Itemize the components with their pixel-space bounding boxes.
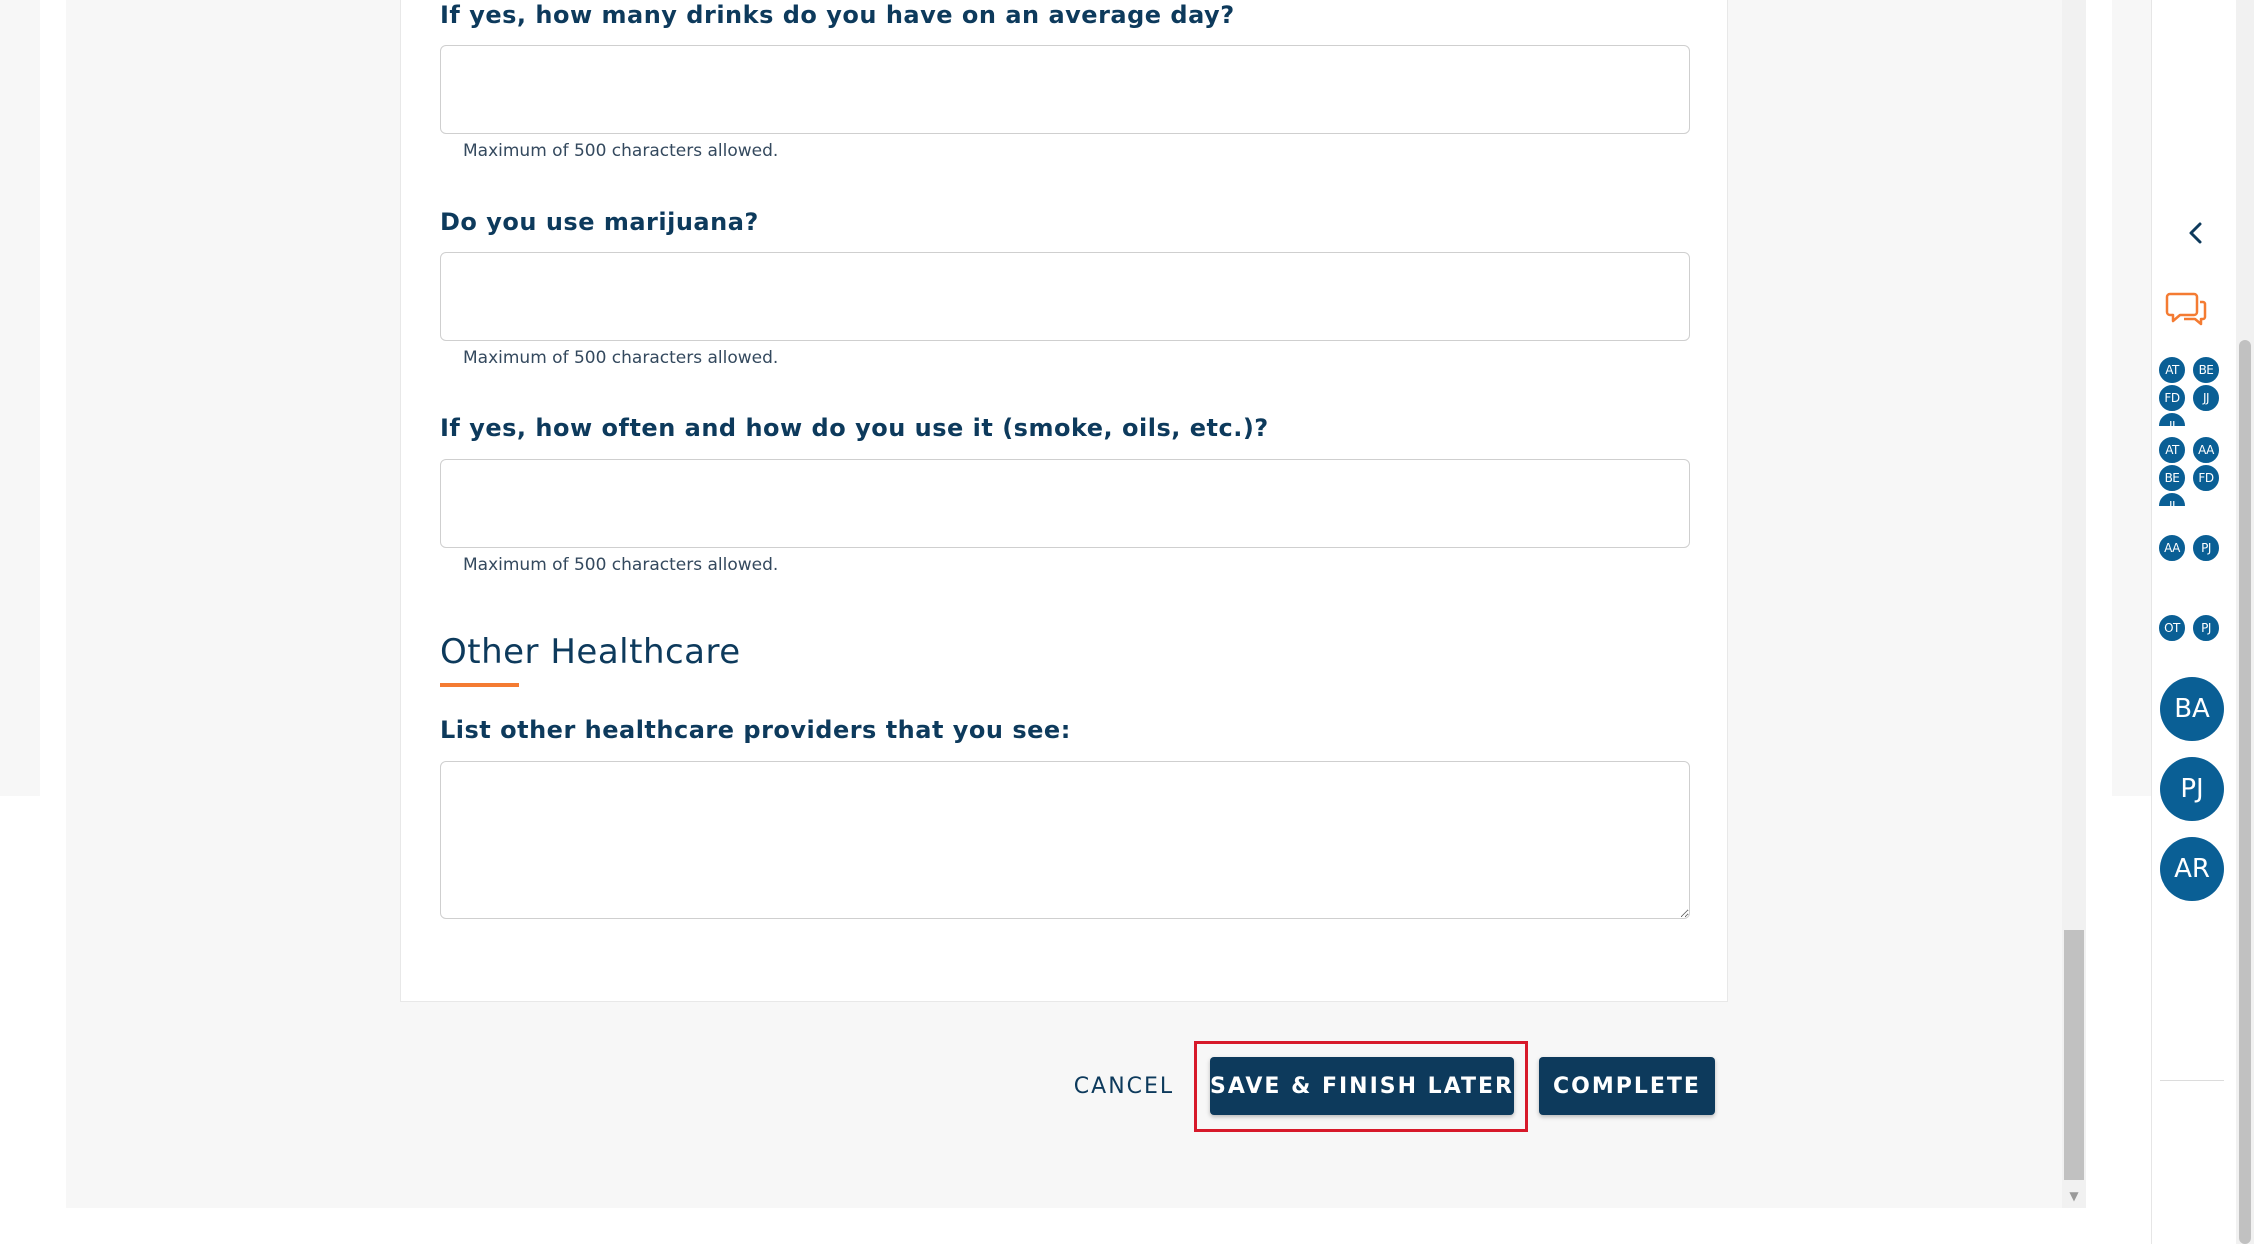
main-scrollbar-thumb[interactable] — [2064, 930, 2084, 1180]
complete-button[interactable]: COMPLETE — [1539, 1057, 1715, 1115]
participant-group-4[interactable]: OT PJ — [2158, 614, 2228, 644]
avatar: PJ — [2192, 534, 2220, 562]
scroll-down-arrow-icon[interactable]: ▼ — [2064, 1186, 2084, 1206]
participant-group-3[interactable]: AA PJ — [2158, 534, 2228, 564]
right-gutter — [2112, 0, 2152, 796]
avatar: BE — [2158, 464, 2186, 492]
question-label-marijuana-frequency: If yes, how often and how do you use it … — [440, 414, 1269, 442]
left-gutter — [0, 0, 40, 796]
sidebar-scrollbar-thumb[interactable] — [2239, 340, 2251, 1244]
form-card: If yes, how many drinks do you have on a… — [400, 0, 1728, 1002]
avatar-ba[interactable]: BA — [2160, 677, 2224, 741]
cancel-button[interactable]: CANCEL — [1064, 1056, 1184, 1116]
participant-group-2[interactable]: AT AA BE FD JJ — [2158, 436, 2228, 506]
avatar: AT — [2158, 436, 2186, 464]
avatar: FD — [2158, 384, 2186, 412]
avatar: AT — [2158, 356, 2186, 384]
marijuana-use-helper: Maximum of 500 characters allowed. — [463, 348, 779, 368]
other-providers-textarea[interactable] — [440, 761, 1690, 919]
marijuana-use-input[interactable] — [440, 252, 1690, 341]
drinks-per-day-input[interactable] — [440, 45, 1690, 134]
chevron-left-icon[interactable] — [2180, 213, 2210, 253]
question-label-drinks-per-day: If yes, how many drinks do you have on a… — [440, 1, 1235, 29]
avatar: BE — [2192, 356, 2220, 384]
highlight-box — [1194, 1041, 1528, 1132]
participant-group-1[interactable]: AT BE FD JJ JJ — [2158, 356, 2228, 426]
avatar: JJ — [2192, 384, 2220, 412]
question-label-marijuana-use: Do you use marijuana? — [440, 208, 759, 236]
chat-bubbles-icon[interactable] — [2164, 290, 2208, 330]
drinks-per-day-helper: Maximum of 500 characters allowed. — [463, 141, 779, 161]
avatar: JJ — [2158, 492, 2186, 506]
avatar: FD — [2192, 464, 2220, 492]
avatar: AA — [2192, 436, 2220, 464]
sidebar-divider — [2160, 1080, 2224, 1081]
avatar: PJ — [2192, 614, 2220, 642]
section-title-underline — [440, 683, 519, 687]
section-title-other-healthcare: Other Healthcare — [440, 632, 741, 672]
marijuana-frequency-input[interactable] — [440, 459, 1690, 548]
avatar: OT — [2158, 614, 2186, 642]
avatar-ar[interactable]: AR — [2160, 837, 2224, 901]
avatar-pj[interactable]: PJ — [2160, 757, 2224, 821]
avatar: JJ — [2158, 412, 2186, 426]
avatar: AA — [2158, 534, 2186, 562]
marijuana-frequency-helper: Maximum of 500 characters allowed. — [463, 555, 779, 575]
question-label-other-providers: List other healthcare providers that you… — [440, 716, 1071, 744]
